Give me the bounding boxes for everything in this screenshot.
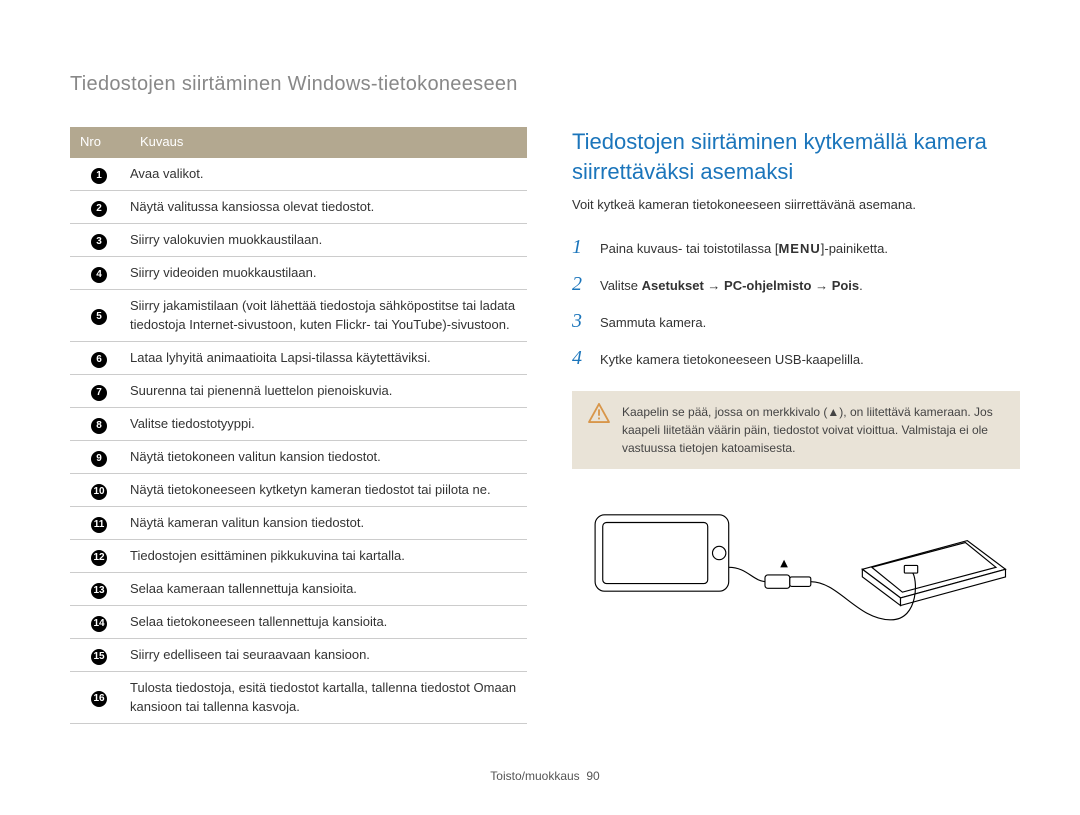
footer-section: Toisto/muokkaus [490,769,579,783]
row-description-cell: Siirry jakamistilaan (voit lähettää tied… [130,289,527,341]
step2-bold1: Asetukset [642,278,704,293]
number-circle-icon: 7 [91,385,107,401]
number-circle-icon: 15 [91,649,107,665]
row-description-cell: Tulosta tiedostoja, esitä tiedostot kart… [130,671,527,723]
step-text: Kytke kamera tietokoneeseen USB-kaapelil… [600,351,864,370]
row-description-cell: Avaa valikot. [130,158,527,191]
row-number-cell: 7 [70,374,130,407]
row-description-cell: Suurenna tai pienennä luettelon pienoisk… [130,374,527,407]
row-description-cell: Lataa lyhyitä animaatioita Lapsi-tilassa… [130,341,527,374]
number-circle-icon: 3 [91,234,107,250]
step-3: 3 Sammuta kamera. [572,307,1020,336]
table-row: 12 Tiedostojen esittäminen pikkukuvina ta… [70,539,527,572]
step-text: Paina kuvaus- tai toistotilassa [MENU]-p… [600,240,888,259]
row-number-cell: 11 [70,506,130,539]
step2-bold2: PC-ohjelmisto [724,278,811,293]
step-4: 4 Kytke kamera tietokoneeseen USB-kaapel… [572,344,1020,373]
page-header: Tiedostojen siirtäminen Windows-tietokon… [70,70,1020,99]
row-number-cell: 9 [70,440,130,473]
table-row: 8 Valitse tiedostotyyppi. [70,407,527,440]
table-row: 1 Avaa valikot. [70,158,527,191]
table-row: 5 Siirry jakamistilaan (voit lähettää tie… [70,289,527,341]
step-2: 2 Valitse Asetukset PC-ohjelmisto Pois. [572,270,1020,299]
number-circle-icon: 12 [91,550,107,566]
table-row: 3 Siirry valokuvien muokkaustilaan. [70,223,527,256]
menu-button-label: MENU [778,241,820,256]
description-table: Nro Kuvaus 1 Avaa valikot. 2 Näytä valituss… [70,127,527,724]
table-row: 6 Lataa lyhyitä animaatioita Lapsi-tilass… [70,341,527,374]
number-circle-icon: 11 [91,517,107,533]
number-circle-icon: 13 [91,583,107,599]
page-footer: Toisto/muokkaus 90 [70,768,1020,785]
row-description-cell: Siirry valokuvien muokkaustilaan. [130,223,527,256]
row-number-cell: 6 [70,341,130,374]
row-description-cell: Tiedostojen esittäminen pikkukuvina tai … [130,539,527,572]
number-circle-icon: 10 [91,484,107,500]
step2-label: Valitse [600,278,638,293]
step-number: 4 [572,344,590,373]
row-number-cell: 2 [70,190,130,223]
col-header-desc: Kuvaus [130,127,527,158]
row-description-cell: Näytä tietokoneeseen kytketyn kameran ti… [130,473,527,506]
row-number-cell: 3 [70,223,130,256]
step2-bold3: Pois [832,278,859,293]
left-column: Nro Kuvaus 1 Avaa valikot. 2 Näytä valituss… [70,127,527,762]
right-column: Tiedostojen siirtäminen kytkemällä kamer… [572,127,1020,762]
table-row: 14 Selaa tietokoneeseen tallennettuja kan… [70,605,527,638]
row-description-cell: Valitse tiedostotyyppi. [130,407,527,440]
warning-note: Kaapelin se pää, jossa on merkkivalo (▲)… [572,391,1020,469]
row-number-cell: 8 [70,407,130,440]
step-number: 1 [572,233,590,262]
step-text: Valitse Asetukset PC-ohjelmisto Pois. [600,277,863,296]
table-row: 2 Näytä valitussa kansiossa olevat tiedos… [70,190,527,223]
step2-tail: . [859,278,863,293]
row-number-cell: 14 [70,605,130,638]
col-header-number: Nro [70,127,130,158]
number-circle-icon: 9 [91,451,107,467]
row-number-cell: 1 [70,158,130,191]
row-description-cell: Näytä tietokoneen valitun kansion tiedos… [130,440,527,473]
number-circle-icon: 4 [91,267,107,283]
table-row: 13 Selaa kameraan tallennettuja kansioita… [70,572,527,605]
table-row: 11 Näytä kameran valitun kansion tiedosto… [70,506,527,539]
row-number-cell: 12 [70,539,130,572]
row-description-cell: Siirry edelliseen tai seuraavaan kansioo… [130,638,527,671]
step-number: 2 [572,270,590,299]
table-row: 7 Suurenna tai pienennä luettelon pienois… [70,374,527,407]
number-circle-icon: 16 [91,691,107,707]
warning-icon [588,403,610,423]
number-circle-icon: 5 [91,309,107,325]
row-number-cell: 10 [70,473,130,506]
number-circle-icon: 1 [91,168,107,184]
step1-post: ]-painiketta. [821,241,888,256]
row-number-cell: 15 [70,638,130,671]
step-1: 1 Paina kuvaus- tai toistotilassa [MENU]… [572,233,1020,262]
number-circle-icon: 14 [91,616,107,632]
row-description-cell: Selaa kameraan tallennettuja kansioita. [130,572,527,605]
number-circle-icon: 2 [91,201,107,217]
step-number: 3 [572,307,590,336]
section-title: Tiedostojen siirtäminen kytkemällä kamer… [572,127,1020,186]
row-description-cell: Siirry videoiden muokkaustilaan. [130,256,527,289]
section-intro: Voit kytkeä kameran tietokoneeseen siirr… [572,196,1020,215]
usb-connection-figure [572,491,1020,650]
row-description-cell: Näytä kameran valitun kansion tiedostot. [130,506,527,539]
number-circle-icon: 6 [91,352,107,368]
table-row: 16 Tulosta tiedostoja, esitä tiedostot ka… [70,671,527,723]
row-description-cell: Selaa tietokoneeseen tallennettuja kansi… [130,605,527,638]
step-text: Sammuta kamera. [600,314,706,333]
row-number-cell: 13 [70,572,130,605]
warning-text: Kaapelin se pää, jossa on merkkivalo (▲)… [622,403,1004,457]
row-number-cell: 4 [70,256,130,289]
row-description-cell: Näytä valitussa kansiossa olevat tiedost… [130,190,527,223]
table-row: 9 Näytä tietokoneen valitun kansion tiedo… [70,440,527,473]
row-number-cell: 16 [70,671,130,723]
step1-pre: Paina kuvaus- tai toistotilassa [ [600,241,778,256]
number-circle-icon: 8 [91,418,107,434]
row-number-cell: 5 [70,289,130,341]
table-row: 4 Siirry videoiden muokkaustilaan. [70,256,527,289]
footer-page-number: 90 [586,769,599,783]
table-row: 15 Siirry edelliseen tai seuraavaan kansi… [70,638,527,671]
table-row: 10 Näytä tietokoneeseen kytketyn kameran … [70,473,527,506]
